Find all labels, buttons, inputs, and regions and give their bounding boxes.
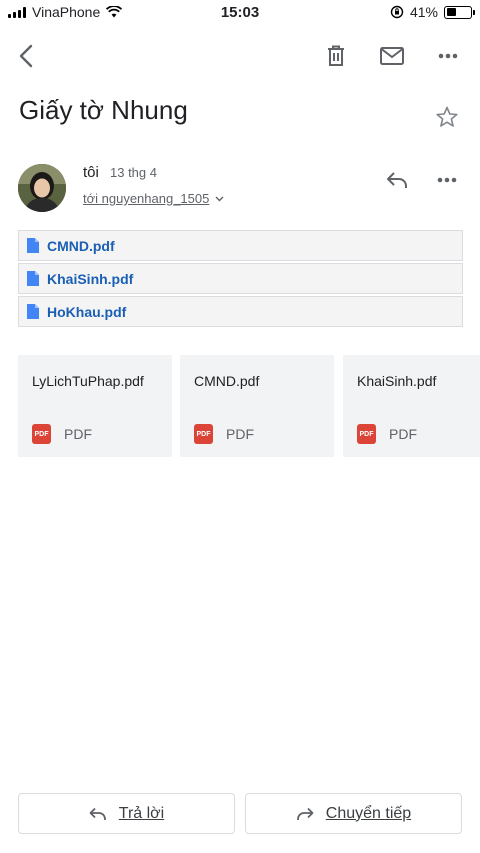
inline-attachment-name: KhaiSinh.pdf <box>47 270 134 287</box>
inline-attachment-name: HoKhau.pdf <box>47 303 127 320</box>
inline-attachment-list: CMND.pdf KhaiSinh.pdf HoKhau.pdf <box>18 230 463 329</box>
orientation-lock-icon <box>390 5 404 19</box>
avatar[interactable] <box>18 164 66 212</box>
attachment-card[interactable]: KhaiSinh.pdf PDF PDF <box>343 355 480 457</box>
attachment-card[interactable]: CMND.pdf PDF PDF <box>180 355 334 457</box>
attachment-card-type: PDF <box>64 426 92 442</box>
pdf-icon: PDF <box>32 424 51 444</box>
forward-icon <box>296 807 314 820</box>
file-icon <box>27 304 39 319</box>
recipient-details[interactable]: tới nguyenhang_1505 <box>83 191 224 206</box>
status-right: 41% <box>390 4 475 20</box>
attachment-card-type: PDF <box>389 426 417 442</box>
chevron-down-icon <box>215 196 224 201</box>
attachment-card-name: KhaiSinh.pdf <box>357 373 437 389</box>
inline-attachment-name: CMND.pdf <box>47 237 115 254</box>
attachment-cards: LyLichTuPhap.pdf PDF PDF CMND.pdf PDF PD… <box>18 355 480 457</box>
forward-label: Chuyển tiếp <box>325 804 412 822</box>
mail-icon[interactable] <box>376 40 408 72</box>
email-subject: Giấy tờ Nhung <box>19 95 188 125</box>
battery-percent: 41% <box>409 4 438 20</box>
email-date: 13 thg 4 <box>110 165 157 180</box>
trash-icon[interactable] <box>320 40 352 72</box>
attachment-card[interactable]: LyLichTuPhap.pdf PDF PDF <box>18 355 172 457</box>
reply-icon[interactable] <box>382 165 412 195</box>
pdf-icon: PDF <box>357 424 376 444</box>
recipient-text: tới nguyenhang_1505 <box>83 191 210 206</box>
more-horizontal-icon[interactable] <box>432 40 464 72</box>
star-icon[interactable] <box>434 104 460 130</box>
battery-level <box>446 8 456 16</box>
reply-icon <box>89 807 106 820</box>
attachment-card-name: CMND.pdf <box>194 373 260 389</box>
file-icon <box>27 271 39 286</box>
inline-attachment[interactable]: CMND.pdf <box>18 230 463 261</box>
forward-button[interactable]: Chuyển tiếp <box>245 793 462 834</box>
back-arrow-icon[interactable] <box>10 40 42 72</box>
attachment-card-name: LyLichTuPhap.pdf <box>32 373 144 389</box>
reply-label: Trả lời <box>118 804 165 822</box>
status-bar: VinaPhone 15:03 41% <box>0 0 480 24</box>
battery-icon <box>444 5 475 19</box>
toolbar <box>0 34 480 78</box>
file-icon <box>27 238 39 253</box>
attachment-card-type: PDF <box>226 426 254 442</box>
reply-button[interactable]: Trả lời <box>18 793 235 834</box>
pdf-icon: PDF <box>194 424 213 444</box>
inline-attachment[interactable]: HoKhau.pdf <box>18 296 463 327</box>
sender-name: tôi <box>83 164 99 181</box>
inline-attachment[interactable]: KhaiSinh.pdf <box>18 263 463 294</box>
message-more-icon[interactable] <box>432 165 462 195</box>
